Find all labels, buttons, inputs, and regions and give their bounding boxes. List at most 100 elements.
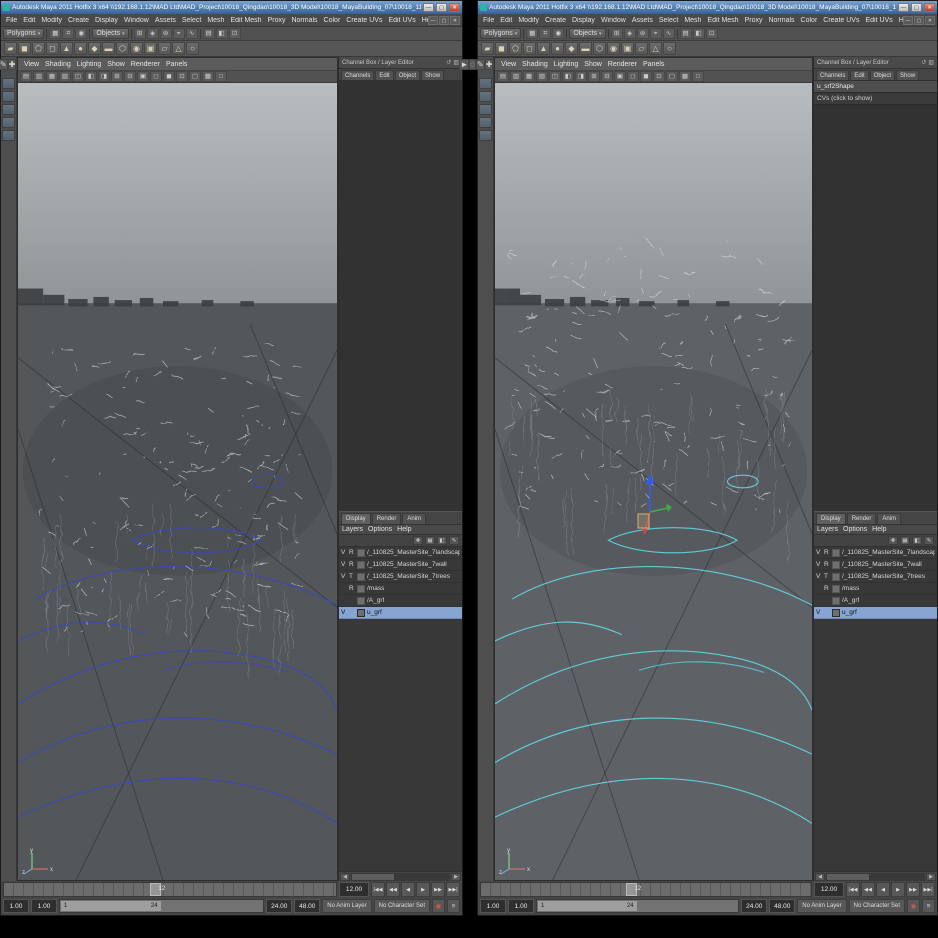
panel-horizontal-scrollbar[interactable]: ◀ ▶: [814, 871, 937, 881]
menu-item[interactable]: File: [3, 17, 20, 24]
status-icon[interactable]: ◉: [75, 28, 87, 39]
title-bar[interactable]: Autodesk Maya 2011 Hotfix 3 x64 \\192.16…: [478, 1, 937, 14]
layer-color-swatch[interactable]: [832, 609, 840, 617]
shelf-button-icon[interactable]: ⬠: [509, 42, 522, 55]
minimize-button[interactable]: —: [423, 3, 434, 12]
shelf-button-icon[interactable]: ▣: [621, 42, 634, 55]
viewport-toolbar-icon[interactable]: ◨: [575, 71, 587, 82]
render-icon[interactable]: ▤: [203, 28, 215, 39]
anim-layer-button[interactable]: No Anim Layer: [322, 899, 371, 913]
layer-editor-menu-item[interactable]: Help: [397, 526, 411, 533]
menu-item[interactable]: Proxy: [742, 17, 766, 24]
menu-item[interactable]: Help: [419, 17, 428, 24]
menu-item[interactable]: Normals: [288, 17, 320, 24]
shelf-button-icon[interactable]: △: [649, 42, 662, 55]
layer-display-type-toggle[interactable]: R: [824, 585, 830, 592]
menu-item[interactable]: Edit: [497, 17, 515, 24]
layer-color-swatch[interactable]: [832, 585, 840, 593]
current-time-field[interactable]: 12.00: [814, 882, 844, 897]
viewport-toolbar-icon[interactable]: ◧: [562, 71, 574, 82]
layer-color-swatch[interactable]: [832, 561, 840, 569]
shelf-button-icon[interactable]: ▰: [4, 42, 17, 55]
layer-color-swatch[interactable]: [832, 549, 840, 557]
viewport-toolbar-icon[interactable]: ▩: [679, 71, 691, 82]
layer-visibility-toggle[interactable]: V: [341, 609, 347, 616]
shelf-button-icon[interactable]: ◻: [46, 42, 59, 55]
shelf-button-icon[interactable]: ▱: [635, 42, 648, 55]
viewport-menu-item[interactable]: Shading: [519, 61, 551, 68]
snap-icon[interactable]: ⊞: [611, 28, 623, 39]
menu-item[interactable]: Select: [656, 17, 681, 24]
menu-item[interactable]: Help: [896, 17, 903, 24]
channel-box-cvs-row[interactable]: CVs (click to show): [814, 93, 937, 105]
menu-item[interactable]: Edit UVs: [862, 17, 895, 24]
snap-icon[interactable]: ⊚: [160, 28, 172, 39]
playback-start-field[interactable]: 1.00: [31, 899, 57, 913]
viewport-toolbar-icon[interactable]: ◻: [150, 71, 162, 82]
playback-button[interactable]: ▶▶: [906, 882, 920, 897]
layer-editor-toolbar-icon[interactable]: ◧: [437, 536, 447, 545]
menu-item[interactable]: Color: [321, 17, 344, 24]
layer-editor-tab[interactable]: Display: [341, 513, 371, 524]
animation-preferences-icon[interactable]: ≡: [447, 899, 460, 913]
layer-editor-menu-item[interactable]: Help: [872, 526, 886, 533]
menu-item[interactable]: Proxy: [265, 17, 289, 24]
time-slider[interactable]: 12: [3, 882, 337, 897]
shelf-button-icon[interactable]: ◻: [523, 42, 536, 55]
menu-item[interactable]: Edit Mesh: [704, 17, 741, 24]
viewport-toolbar-icon[interactable]: ▦: [46, 71, 58, 82]
panel-header-icon[interactable]: ↺: [921, 59, 926, 66]
viewport-toolbar-icon[interactable]: ▣: [137, 71, 149, 82]
layer-visibility-toggle[interactable]: V: [341, 573, 347, 580]
scrollbar-thumb[interactable]: [352, 874, 394, 880]
layer-editor-menu-item[interactable]: Layers: [817, 526, 838, 533]
layer-display-type-toggle[interactable]: T: [349, 573, 355, 580]
menu-item[interactable]: File: [480, 17, 497, 24]
animation-end-field[interactable]: 48.00: [769, 899, 795, 913]
layer-row[interactable]: V T /_110825_MasterSite_7trees: [339, 571, 462, 583]
playback-button[interactable]: ▶▶|: [446, 882, 460, 897]
menu-item[interactable]: Normals: [765, 17, 797, 24]
layer-row[interactable]: V u_grf: [814, 607, 937, 619]
playback-button[interactable]: ▶: [416, 882, 430, 897]
layer-row[interactable]: V R /_110825_MasterSite_7wall: [339, 559, 462, 571]
viewport-toolbar-icon[interactable]: ▥: [33, 71, 45, 82]
viewport-toolbar-icon[interactable]: ▤: [497, 71, 509, 82]
menu-item[interactable]: Display: [569, 17, 598, 24]
scroll-left-icon[interactable]: ◀: [815, 873, 825, 881]
viewport-menu-item[interactable]: Renderer: [605, 61, 640, 68]
menu-set-selector[interactable]: Polygons ▾: [3, 28, 44, 39]
channel-box-menu-item[interactable]: Show: [421, 70, 444, 80]
channel-box-body[interactable]: [339, 81, 462, 511]
render-icon[interactable]: ▤: [680, 28, 692, 39]
layer-display-type-toggle[interactable]: R: [349, 561, 355, 568]
viewport-toolbar-icon[interactable]: ▤: [20, 71, 32, 82]
playback-end-field[interactable]: 24.00: [741, 899, 767, 913]
status-icon[interactable]: ◉: [552, 28, 564, 39]
shelf-button-icon[interactable]: ▬: [102, 42, 115, 55]
shelf-button-icon[interactable]: ⬡: [116, 42, 129, 55]
layer-display-type-toggle[interactable]: R: [824, 561, 830, 568]
layer-row[interactable]: V T /_110825_MasterSite_7trees: [814, 571, 937, 583]
panel-horizontal-scrollbar[interactable]: ◀ ▶: [339, 871, 462, 881]
render-icon[interactable]: ◧: [693, 28, 705, 39]
character-set-button[interactable]: No Character Set: [849, 899, 905, 913]
menu-item[interactable]: Edit: [20, 17, 38, 24]
toolbox-tool-icon[interactable]: ✎: [476, 59, 485, 70]
snap-icon[interactable]: ⌖: [173, 28, 185, 39]
layer-visibility-toggle[interactable]: V: [816, 549, 822, 556]
menu-item[interactable]: Modify: [38, 17, 65, 24]
shelf-button-icon[interactable]: ●: [551, 42, 564, 55]
layer-color-swatch[interactable]: [832, 573, 840, 581]
layer-editor-tab[interactable]: Render: [372, 513, 402, 524]
panel-header-icon[interactable]: ▥: [453, 59, 459, 66]
viewport-toolbar-icon[interactable]: ⊡: [176, 71, 188, 82]
menu-item[interactable]: Color: [798, 17, 821, 24]
close-button[interactable]: ✕: [924, 3, 935, 12]
channel-box-body[interactable]: u_srf2Shape CVs (click to show): [814, 81, 937, 511]
toolbox-tool-icon[interactable]: ◌: [469, 59, 476, 70]
playback-start-field[interactable]: 1.00: [508, 899, 534, 913]
layer-row[interactable]: /A_grf: [339, 595, 462, 607]
snap-icon[interactable]: ⊞: [134, 28, 146, 39]
scroll-right-icon[interactable]: ▶: [451, 873, 461, 881]
